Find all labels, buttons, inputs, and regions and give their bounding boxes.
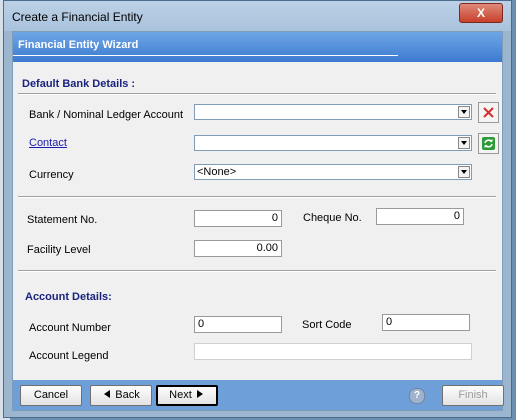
next-label: Next — [169, 389, 192, 401]
help-icon[interactable]: ? — [409, 388, 425, 404]
back-button[interactable]: Back — [90, 385, 152, 406]
bank-section-title: Default Bank Details : — [22, 78, 136, 90]
next-button[interactable]: Next — [156, 385, 218, 406]
wizard-body: Financial Entity Wizard Default Bank Det… — [12, 31, 504, 411]
statement-no-field[interactable]: 0 — [194, 210, 282, 227]
finish-button[interactable]: Finish — [442, 385, 504, 406]
section-divider — [18, 270, 496, 272]
wizard-footer: Cancel Back Next ? Finish — [13, 380, 504, 410]
section-divider — [18, 93, 496, 95]
dialog-window: Create a Financial Entity X Financial En… — [3, 0, 512, 418]
cancel-button[interactable]: Cancel — [20, 385, 82, 406]
currency-label: Currency — [29, 169, 74, 181]
refresh-icon — [482, 137, 495, 150]
clear-x-icon — [483, 107, 494, 118]
facility-level-label: Facility Level — [27, 244, 91, 256]
arrow-left-icon — [104, 390, 111, 398]
account-section-title: Account Details: — [25, 291, 112, 303]
contact-link[interactable]: Contact — [29, 137, 67, 149]
wizard-title: Financial Entity Wizard — [18, 39, 139, 51]
window-title: Create a Financial Entity — [12, 10, 143, 24]
close-button[interactable]: X — [459, 3, 503, 23]
wizard-header: Financial Entity Wizard — [13, 32, 502, 62]
account-number-field[interactable]: 0 — [194, 316, 282, 333]
header-underline — [13, 55, 398, 56]
sort-code-field[interactable]: 0 — [382, 314, 470, 331]
account-legend-field[interactable] — [194, 343, 472, 360]
refresh-contact-button[interactable] — [478, 133, 499, 154]
section-divider — [18, 196, 496, 198]
account-legend-label: Account Legend — [29, 350, 109, 362]
sort-code-label: Sort Code — [302, 319, 352, 331]
chevron-down-icon[interactable] — [458, 137, 470, 149]
cheque-no-label: Cheque No. — [303, 212, 362, 224]
statement-no-label: Statement No. — [27, 214, 98, 226]
title-bar: Create a Financial Entity X — [4, 1, 511, 31]
currency-combo[interactable]: <None> — [194, 164, 472, 180]
chevron-down-icon[interactable] — [458, 106, 470, 118]
back-label: Back — [115, 389, 140, 401]
bank-account-combo[interactable] — [194, 104, 472, 120]
contact-combo[interactable] — [194, 135, 472, 151]
arrow-right-icon — [196, 390, 203, 398]
bank-account-label: Bank / Nominal Ledger Account — [29, 109, 184, 121]
chevron-down-icon[interactable] — [458, 166, 470, 178]
facility-level-field[interactable]: 0.00 — [194, 240, 282, 257]
clear-bank-button[interactable] — [478, 102, 499, 123]
currency-value: <None> — [197, 166, 237, 178]
cheque-no-field[interactable]: 0 — [376, 208, 464, 225]
account-number-label: Account Number — [29, 322, 111, 334]
